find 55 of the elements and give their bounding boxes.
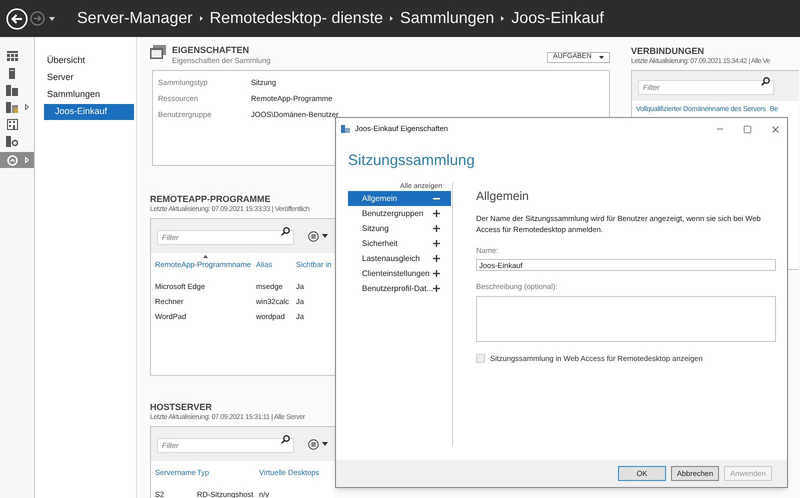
plus-icon[interactable] xyxy=(433,240,440,247)
dashboard-icon xyxy=(6,51,18,61)
section-title: EIGENSCHAFTEN xyxy=(172,45,250,56)
section-nav-item[interactable]: Sicherheit xyxy=(348,236,452,251)
window-app-icon xyxy=(341,125,350,133)
breadcrumb-arrow-icon xyxy=(200,16,203,21)
breadcrumb-item[interactable]: Remotedesktop- dienste xyxy=(210,6,384,30)
section-heading: Allgemein xyxy=(476,188,530,205)
caret-icon xyxy=(599,56,604,59)
section-title: REMOTEAPP-PROGRAMME xyxy=(150,194,272,205)
sort-caret-icon xyxy=(203,255,208,258)
nav-item[interactable]: Übersicht xyxy=(35,53,136,69)
list-options-icon[interactable] xyxy=(308,230,319,242)
section-nav-item[interactable]: Benutzerprofil-Dat... xyxy=(348,281,452,296)
servers-icon xyxy=(6,84,18,96)
expand-arrow-icon xyxy=(25,157,29,163)
maximize-icon[interactable] xyxy=(743,124,752,134)
section-nav-item[interactable]: Benutzergruppen xyxy=(348,206,452,221)
file-server-icon xyxy=(6,102,18,112)
section-title: HOSTSERVER xyxy=(150,402,213,413)
plus-icon[interactable] xyxy=(433,285,440,292)
description-field[interactable] xyxy=(476,296,776,342)
panel-icon xyxy=(150,45,166,59)
breadcrumb-item[interactable]: Joos-Einkauf xyxy=(511,6,604,30)
dialog-heading: Sitzungssammlung xyxy=(348,152,475,169)
section-title: VERBINDUNGEN xyxy=(631,46,706,57)
search-icon xyxy=(281,435,290,444)
caret-icon[interactable] xyxy=(49,16,55,20)
plus-icon[interactable] xyxy=(433,270,440,277)
caret-icon[interactable] xyxy=(322,442,328,446)
minus-icon[interactable] xyxy=(433,198,440,200)
back-icon[interactable] xyxy=(6,8,28,30)
building-icon xyxy=(6,118,18,130)
plus-icon[interactable] xyxy=(433,255,440,262)
nav-item[interactable]: Server xyxy=(35,70,136,86)
section-nav-item[interactable]: Lastenausgleich xyxy=(348,251,452,266)
section-nav-item[interactable]: Sitzung xyxy=(348,221,452,236)
nav-item[interactable]: Sammlungen xyxy=(35,87,136,103)
section-nav-item[interactable]: Allgemein xyxy=(348,191,452,206)
section-nav-item[interactable]: Clienteinstellungen xyxy=(348,266,452,281)
nav-item[interactable]: Joos-Einkauf xyxy=(44,104,134,120)
breadcrumb-arrow-icon xyxy=(501,16,504,21)
breadcrumb-arrow-icon xyxy=(390,16,394,21)
breadcrumb-item[interactable]: Server-Manager xyxy=(77,6,193,30)
search-icon xyxy=(761,77,770,86)
close-icon[interactable] xyxy=(770,124,781,134)
caret-icon[interactable] xyxy=(322,234,328,238)
expand-arrow-icon xyxy=(25,104,29,110)
search-icon xyxy=(281,227,290,236)
rail-button[interactable] xyxy=(0,152,34,168)
plus-icon[interactable] xyxy=(433,210,440,217)
plus-icon[interactable] xyxy=(433,225,440,232)
breadcrumb-item[interactable]: Sammlungen xyxy=(400,6,494,30)
server-icon xyxy=(9,68,15,78)
list-options-icon[interactable] xyxy=(308,438,319,450)
